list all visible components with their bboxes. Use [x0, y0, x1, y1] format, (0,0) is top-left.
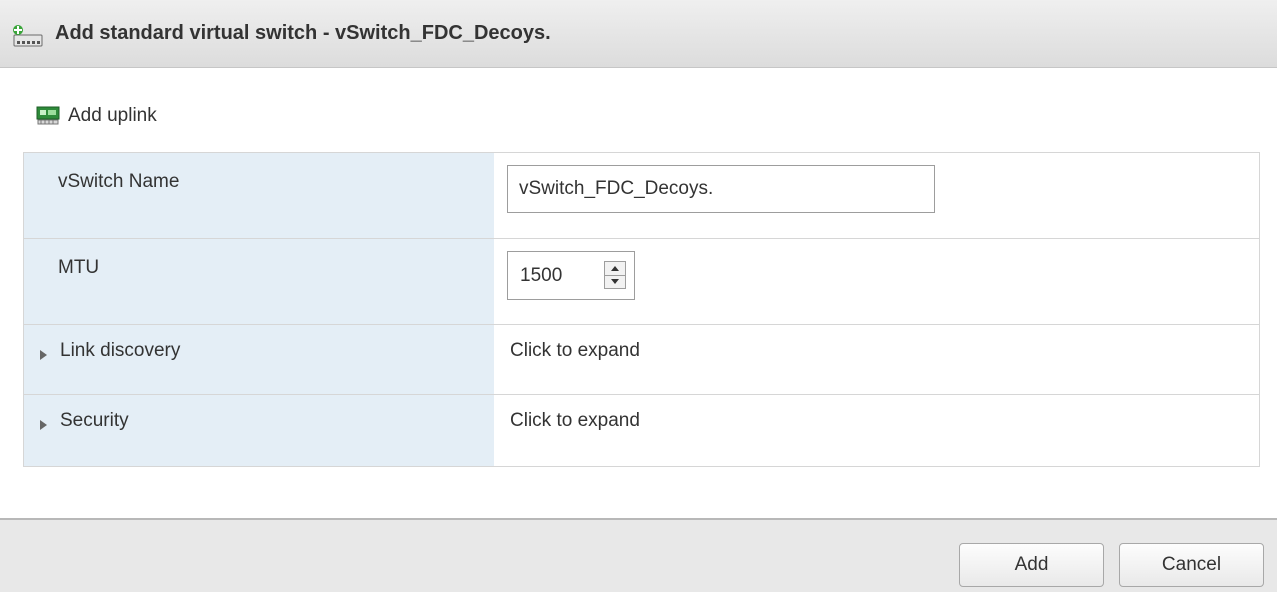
vswitch-name-input[interactable] [507, 165, 935, 213]
expand-arrow-icon[interactable] [40, 420, 47, 430]
mtu-decrement-button[interactable] [605, 275, 625, 288]
settings-grid: vSwitch Name MTU 1500 [23, 152, 1260, 467]
mtu-increment-button[interactable] [605, 262, 625, 276]
mtu-stepper[interactable]: 1500 [507, 251, 635, 300]
network-adapter-icon [36, 105, 62, 127]
link-discovery-expand-link[interactable]: Click to expand [510, 340, 640, 362]
caret-up-icon [611, 266, 619, 271]
dialog-title: Add standard virtual switch - vSwitch_FD… [55, 22, 551, 44]
mtu-value-cell: 1500 [494, 239, 1259, 324]
vswitch-name-value-cell [494, 153, 1259, 238]
add-button[interactable]: Add [959, 543, 1104, 587]
vswitch-name-row: vSwitch Name [24, 153, 1259, 239]
add-uplink-label: Add uplink [68, 105, 157, 126]
expand-arrow-icon[interactable] [40, 350, 47, 360]
link-discovery-label: Link discovery [60, 340, 181, 361]
link-discovery-label-cell[interactable]: Link discovery [24, 325, 494, 394]
virtual-switch-add-icon [11, 24, 45, 48]
mtu-spinner [604, 261, 626, 289]
security-row[interactable]: Security Click to expand [24, 395, 1259, 466]
vswitch-name-label-cell: vSwitch Name [24, 153, 494, 238]
cancel-button[interactable]: Cancel [1119, 543, 1264, 587]
security-expand-link[interactable]: Click to expand [510, 410, 640, 432]
link-discovery-row[interactable]: Link discovery Click to expand [24, 325, 1259, 395]
mtu-label: MTU [58, 257, 100, 278]
mtu-value[interactable]: 1500 [520, 265, 562, 287]
add-uplink-button[interactable]: Add uplink [36, 103, 157, 129]
dialog-footer: Add Cancel [0, 518, 1277, 592]
dialog-titlebar: Add standard virtual switch - vSwitch_FD… [0, 0, 1277, 68]
security-label-cell[interactable]: Security [24, 395, 494, 466]
caret-down-icon [611, 279, 619, 284]
mtu-row: MTU 1500 [24, 239, 1259, 325]
vswitch-name-label: vSwitch Name [58, 171, 180, 192]
link-discovery-value-cell: Click to expand [494, 325, 1259, 394]
mtu-label-cell: MTU [24, 239, 494, 324]
security-value-cell: Click to expand [494, 395, 1259, 466]
security-label: Security [60, 410, 129, 431]
